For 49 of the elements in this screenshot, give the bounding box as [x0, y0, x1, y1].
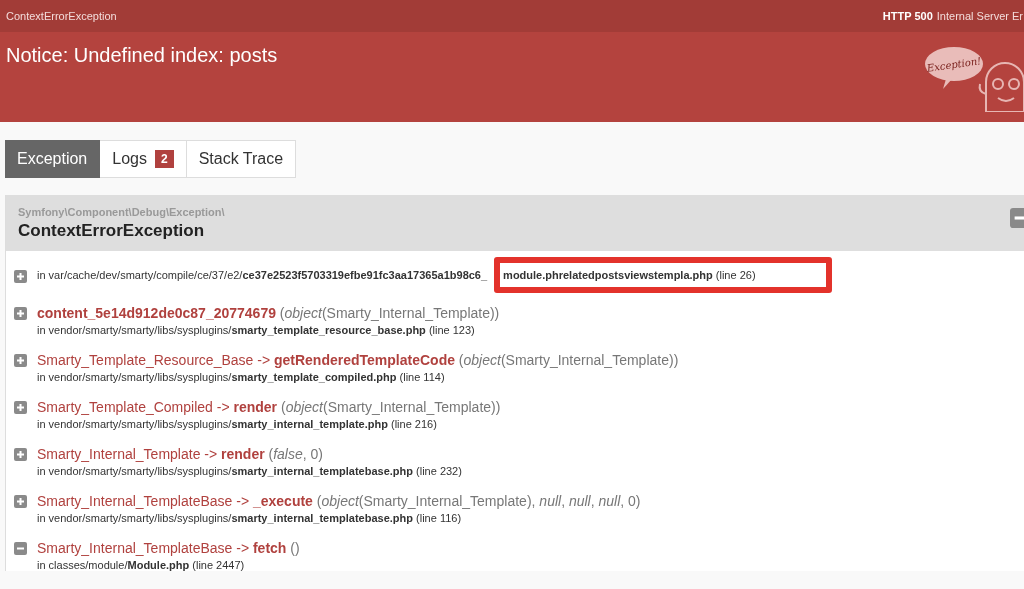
arrow-operator: ->	[257, 352, 271, 368]
plus-icon[interactable]	[14, 307, 27, 320]
arguments: (object(Smarty_Internal_Template))	[279, 305, 500, 321]
arrow-operator: ->	[216, 399, 230, 415]
plus-icon[interactable]	[14, 401, 27, 414]
plus-icon[interactable]	[14, 354, 27, 367]
tab[interactable]: Logs 2	[100, 140, 187, 178]
method-name: content_5e14d912de0c87_20774679	[37, 305, 276, 321]
file-path: in var/cache/dev/smarty/compile/ce/37/e2/ce37e2523f5703319efbe91fc3aa17365a1b98c6_	[37, 269, 488, 281]
status-text: Internal Server Er	[936, 10, 1023, 22]
file-path: in vendor/smarty/smarty/libs/sysplugins/smarty_internal_templatebase.php (line 232)	[37, 465, 462, 477]
count-badge: 2	[154, 150, 174, 168]
highlighted-file-path: module.phrelatedpostsviewstempla.php (line 26)	[494, 257, 832, 293]
arguments: (object(Smarty_Internal_Template), null, null, null, 0)	[316, 493, 641, 509]
tab[interactable]: Stack Trace	[186, 140, 297, 178]
file-path: in classes/module/Module.php (line 2447)	[37, 559, 246, 571]
status-code: HTTP 500	[882, 10, 933, 22]
plus-icon[interactable]	[14, 448, 27, 461]
plus-icon[interactable]	[14, 269, 27, 283]
minus-icon[interactable]	[14, 542, 27, 555]
arguments: (false, 0)	[268, 446, 323, 462]
method-name: render	[221, 446, 265, 462]
class-name: Smarty_Internal_TemplateBase	[37, 493, 233, 509]
class-name: Smarty_Internal_TemplateBase	[37, 540, 233, 556]
exception-class: ContextErrorException	[18, 220, 206, 241]
arguments: (object(Smarty_Internal_Template))	[458, 352, 679, 368]
arrow-operator: ->	[204, 446, 218, 462]
method-name: _execute	[252, 493, 313, 509]
file-path: in vendor/smarty/smarty/libs/sysplugins/smarty_internal_template.php (line 216)	[37, 418, 438, 430]
ghost-mascot-drawing: Exception!	[924, 42, 1024, 112]
class-name: Smarty_Template_Compiled	[37, 399, 213, 415]
exception-class: ContextErrorException	[6, 10, 117, 22]
plus-icon[interactable]	[14, 495, 27, 508]
arrow-operator: ->	[236, 540, 250, 556]
method-name: render	[233, 399, 278, 415]
arrow-operator: ->	[236, 493, 250, 509]
arguments: ()	[290, 540, 300, 556]
minus-icon[interactable]	[1010, 208, 1024, 228]
tab[interactable]: Exception	[5, 140, 101, 178]
method-name: fetch	[252, 540, 287, 556]
file-path: in vendor/smarty/smarty/libs/sysplugins/smarty_template_resource_base.php (line 123)	[37, 324, 476, 336]
file-path: in vendor/smarty/smarty/libs/sysplugins/smarty_internal_templatebase.php (line 116)	[37, 512, 463, 524]
class-name: Smarty_Template_Resource_Base	[37, 352, 254, 368]
method-name: getRenderedTemplateCode	[273, 352, 455, 368]
exception-namespace: Symfony\Component\Debug\Exception\	[18, 205, 226, 218]
class-name: Smarty_Internal_Template	[37, 446, 201, 462]
arguments: (object(Smarty_Internal_Template))	[280, 399, 501, 415]
file-path: in vendor/smarty/smarty/libs/sysplugins/smarty_template_compiled.php (line 114)	[37, 371, 446, 383]
error-title: Notice: Undefined index: posts	[6, 44, 278, 68]
